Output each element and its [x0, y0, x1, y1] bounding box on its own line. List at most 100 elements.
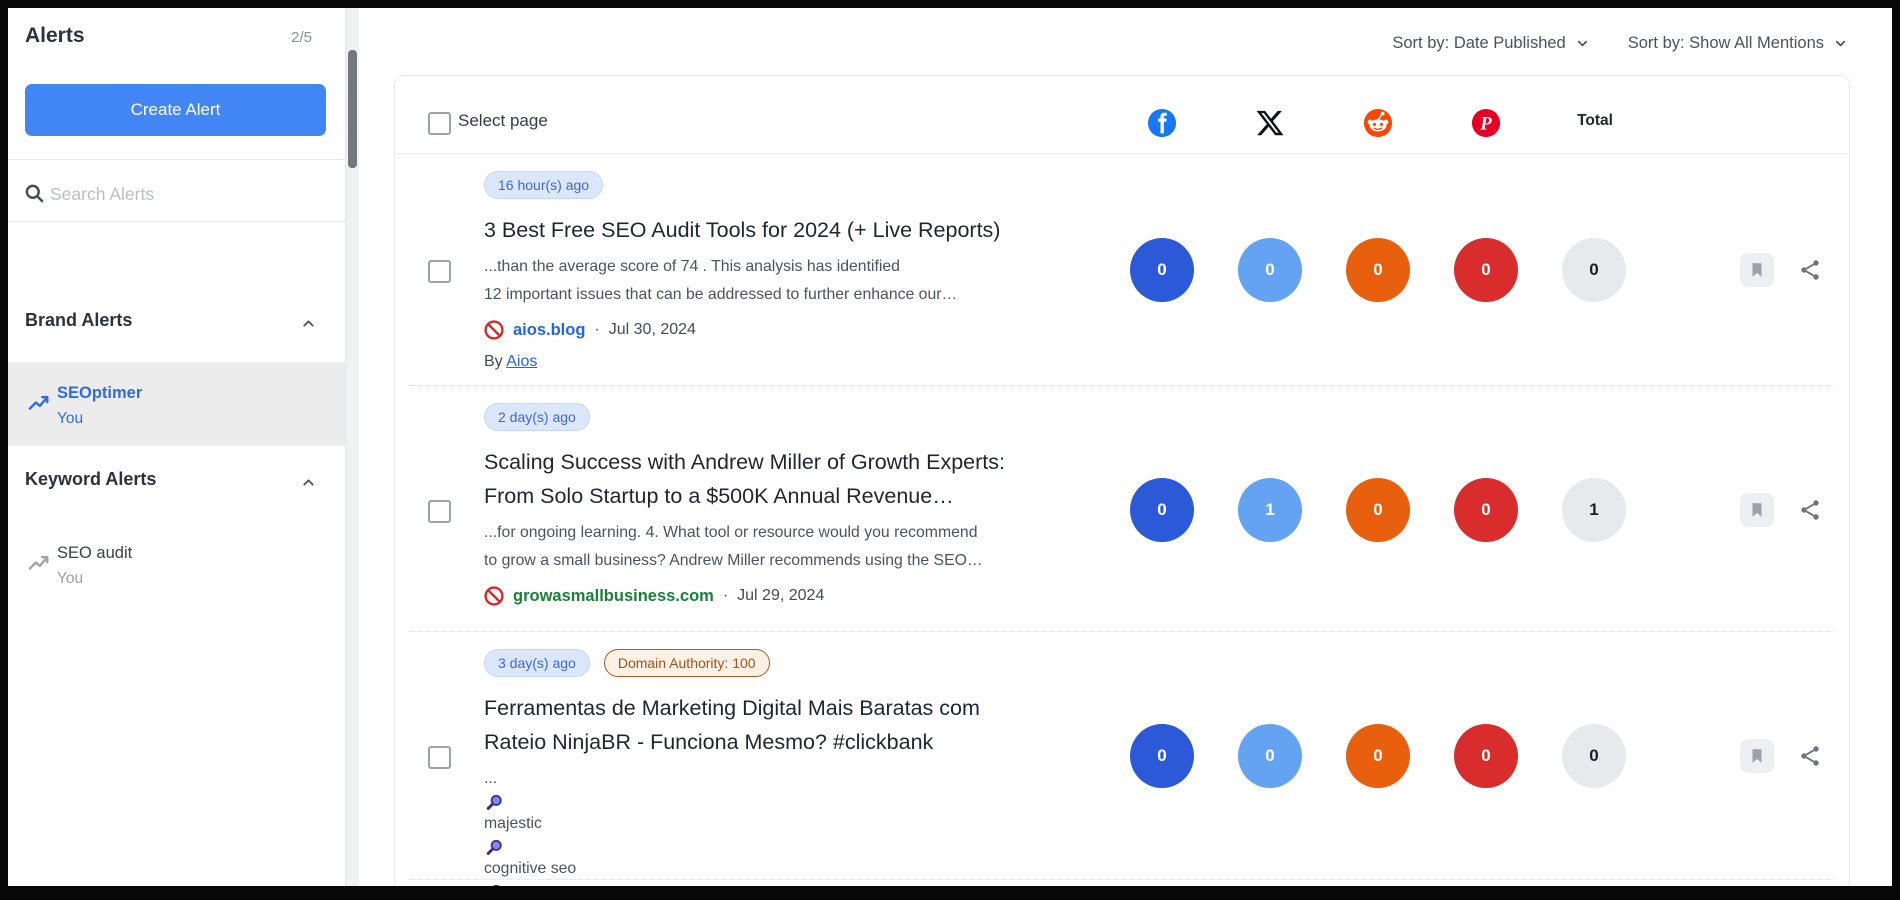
alerts-usage-counter: 2/5	[291, 29, 312, 46]
facebook-count: 0	[1130, 478, 1194, 542]
share-icon	[1798, 744, 1822, 768]
total-count: 1	[1562, 478, 1626, 542]
magnifier-icon	[486, 883, 503, 886]
sort-controls: Sort by: Date Published Sort by: Show Al…	[1392, 34, 1848, 53]
select-page-label: Select page	[458, 111, 548, 131]
share-button[interactable]	[1798, 744, 1822, 768]
reddit-count: 0	[1346, 238, 1410, 302]
reddit-count: 0	[1346, 478, 1410, 542]
mention-title[interactable]: Scaling Success with Andrew Miller of Gr…	[484, 445, 1124, 513]
mention-row: 3 day(s) ago Domain Authority: 100 Ferra…	[484, 649, 1124, 886]
mention-title[interactable]: Ferramentas de Marketing Digital Mais Ba…	[484, 691, 1124, 759]
app-window: Alerts 2/5 Create Alert Brand Alerts SEO…	[8, 8, 1892, 886]
no-entry-icon	[484, 586, 504, 606]
sidebar-item-seoptimer[interactable]: SEOptimer You	[8, 362, 345, 446]
reddit-count: 0	[1346, 724, 1410, 788]
pinterest-count: 0	[1454, 724, 1518, 788]
select-page-checkbox[interactable]	[428, 112, 451, 135]
row-divider	[408, 631, 1834, 632]
alert-owner: You	[57, 408, 83, 430]
total-column-header: Total	[1555, 112, 1635, 130]
time-ago-badge: 3 day(s) ago	[484, 649, 590, 677]
no-entry-icon	[484, 320, 504, 340]
mention-row: 16 hour(s) ago 3 Best Free SEO Audit Too…	[484, 171, 1124, 375]
chevron-up-icon[interactable]	[300, 474, 317, 491]
domain-authority-badge: Domain Authority: 100	[604, 649, 770, 677]
mention-snippet: ... majestic cognitive seo kwfinder keyw…	[484, 765, 1124, 886]
bookmark-icon	[1748, 501, 1766, 519]
meta-separator: ·	[723, 587, 728, 605]
mention-checkbox[interactable]	[428, 260, 451, 283]
reddit-icon	[1363, 108, 1393, 138]
total-count: 0	[1562, 724, 1626, 788]
alert-name: SEOptimer	[57, 381, 142, 405]
pinterest-count: 0	[1454, 478, 1518, 542]
mention-snippet: ...than the average score of 74 . This a…	[484, 253, 1124, 309]
sort-by-date-label: Sort by: Date Published	[1392, 34, 1565, 53]
x-count: 1	[1238, 478, 1302, 542]
mention-counts: 0 0 0 0 0	[1130, 724, 1626, 788]
mention-snippet: ...for ongoing learning. 4. What tool or…	[484, 519, 1124, 575]
mention-date: Jul 30, 2024	[609, 321, 696, 339]
share-button[interactable]	[1798, 498, 1822, 522]
facebook-count: 0	[1130, 238, 1194, 302]
x-count: 0	[1238, 238, 1302, 302]
sidebar-divider	[8, 221, 345, 222]
x-count: 0	[1238, 724, 1302, 788]
row-divider	[408, 385, 1834, 386]
sidebar-divider	[8, 159, 345, 160]
chevron-up-icon[interactable]	[300, 315, 317, 332]
mention-source-row: aios.blog · Jul 30, 2024	[484, 317, 1124, 343]
time-ago-badge: 2 day(s) ago	[484, 403, 590, 431]
x-icon	[1255, 108, 1285, 138]
share-button[interactable]	[1798, 258, 1822, 282]
pinterest-count: 0	[1454, 238, 1518, 302]
mention-checkbox[interactable]	[428, 500, 451, 523]
mention-byline: By Aios	[484, 349, 1124, 375]
sort-by-mentions-label: Sort by: Show All Mentions	[1628, 34, 1824, 53]
meta-separator: ·	[594, 321, 599, 339]
mention-row: 2 day(s) ago Scaling Success with Andrew…	[484, 403, 1124, 609]
create-alert-button[interactable]: Create Alert	[25, 84, 326, 136]
svg-text:P: P	[1479, 114, 1492, 135]
mention-domain-link[interactable]: aios.blog	[513, 321, 585, 340]
author-link[interactable]: Aios	[506, 353, 537, 370]
sort-by-date-dropdown[interactable]: Sort by: Date Published	[1392, 34, 1589, 53]
mention-date: Jul 29, 2024	[737, 587, 824, 605]
search-icon	[24, 183, 45, 204]
sidebar-item-seo-audit[interactable]: SEO audit You	[8, 522, 345, 606]
header-divider	[394, 153, 1848, 154]
mention-title[interactable]: 3 Best Free SEO Audit Tools for 2024 (+ …	[484, 213, 1124, 247]
bookmark-button[interactable]	[1740, 253, 1774, 287]
chevron-down-icon	[1575, 36, 1590, 51]
brand-alerts-header: Brand Alerts	[25, 310, 132, 331]
time-ago-badge: 16 hour(s) ago	[484, 171, 603, 199]
facebook-icon	[1147, 108, 1177, 138]
magnifier-icon	[486, 838, 503, 855]
alert-owner: You	[57, 568, 83, 590]
trending-up-icon	[28, 393, 50, 415]
bookmark-button[interactable]	[1740, 739, 1774, 773]
bookmark-icon	[1748, 747, 1766, 765]
search-alerts-input[interactable]	[48, 176, 322, 212]
sidebar-scrollbar[interactable]	[346, 8, 359, 886]
bookmark-icon	[1748, 261, 1766, 279]
sort-by-mentions-dropdown[interactable]: Sort by: Show All Mentions	[1628, 34, 1848, 53]
facebook-count: 0	[1130, 724, 1194, 788]
mention-counts: 0 1 0 0 1	[1130, 478, 1626, 542]
bookmark-button[interactable]	[1740, 493, 1774, 527]
mention-checkbox[interactable]	[428, 746, 451, 769]
alerts-sidebar: Alerts 2/5 Create Alert Brand Alerts SEO…	[8, 8, 346, 886]
pinterest-icon: P	[1471, 108, 1501, 138]
mention-domain-link[interactable]: growasmallbusiness.com	[513, 587, 714, 606]
sidebar-scrollbar-thumb[interactable]	[348, 50, 357, 168]
chevron-down-icon	[1833, 36, 1848, 51]
keyword-alerts-header: Keyword Alerts	[25, 469, 156, 490]
row-divider	[408, 879, 1834, 880]
trending-up-icon	[28, 553, 50, 575]
mention-counts: 0 0 0 0 0	[1130, 238, 1626, 302]
share-icon	[1798, 258, 1822, 282]
sidebar-title: Alerts	[25, 24, 85, 48]
share-icon	[1798, 498, 1822, 522]
alert-name: SEO audit	[57, 541, 132, 565]
